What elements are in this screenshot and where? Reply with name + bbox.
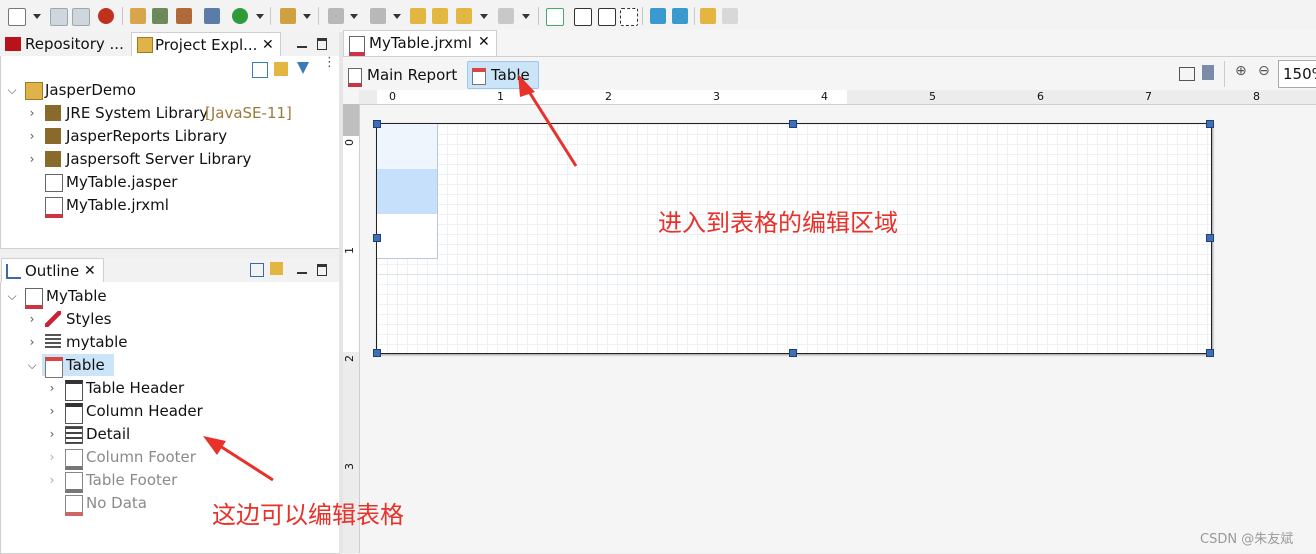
annotation-arrows	[203, 74, 578, 482]
arrow-head-editor	[518, 74, 535, 97]
arrow-to-table-breadcrumb	[526, 89, 578, 167]
annotation-outline-note: 这边可以编辑表格	[212, 501, 404, 529]
arrow-head-outline	[203, 436, 226, 455]
annotation-editor-note: 进入到表格的编辑区域	[658, 209, 898, 237]
watermark: CSDN @朱友斌	[1200, 532, 1294, 547]
arrow-to-outline	[219, 444, 274, 482]
